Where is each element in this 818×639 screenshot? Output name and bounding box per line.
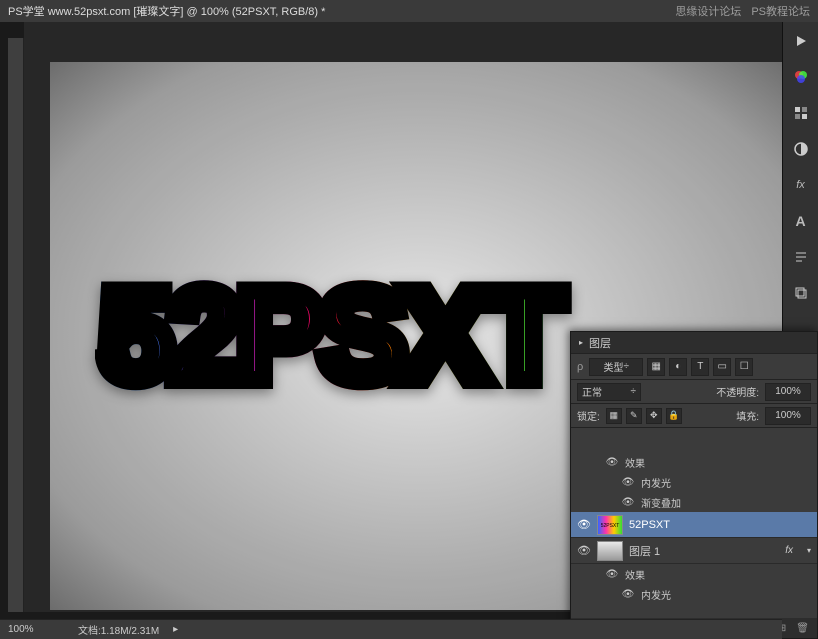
visibility-toggle[interactable]: 👁 [605, 457, 619, 468]
chevron-right-icon: ▸ [579, 338, 583, 347]
opacity-label: 不透明度: [716, 384, 759, 399]
search-icon[interactable]: ρ [577, 361, 583, 373]
lock-position-icon[interactable]: ✥ [646, 408, 662, 424]
title-bar: PS学堂 www.52psxt.com [璀璨文字] @ 100% (52PSX… [0, 0, 818, 22]
layers-icon[interactable] [790, 282, 812, 304]
filter-text-icon[interactable]: T [691, 358, 709, 376]
paragraph-icon[interactable] [790, 246, 812, 268]
fill-input[interactable]: 100% [765, 407, 811, 425]
panel-title: 图层 [589, 335, 611, 351]
lock-all-icon[interactable]: 🔒 [666, 408, 682, 424]
effect-inner-glow[interactable]: 👁 内发光 [571, 472, 817, 492]
filter-type-dropdown[interactable]: 类型 ÷ [589, 358, 643, 376]
zoom-level[interactable]: 100% [8, 624, 64, 635]
ruler-vertical[interactable] [8, 38, 24, 612]
blend-row: 正常÷ 不透明度: 100% [571, 380, 817, 404]
effect-inner-glow-2[interactable]: 👁 内发光 [571, 584, 817, 604]
opacity-input[interactable]: 100% [765, 383, 811, 401]
visibility-toggle[interactable]: 👁 [577, 518, 591, 531]
visibility-toggle[interactable]: 👁 [621, 497, 635, 508]
filter-adjust-icon[interactable]: ◐ [669, 358, 687, 376]
effect-header[interactable]: 👁 效果 [571, 452, 817, 472]
filter-pixel-icon[interactable]: ▦ [647, 358, 665, 376]
panel-header[interactable]: ▸ 图层 [571, 332, 817, 354]
visibility-toggle[interactable]: 👁 [621, 589, 635, 600]
lock-transparent-icon[interactable]: ▦ [606, 408, 622, 424]
styles-icon[interactable]: fx [790, 174, 812, 196]
artwork-text: 52PSXT [100, 260, 560, 410]
status-chevron-icon[interactable]: ▸ [173, 624, 178, 635]
lock-row: 锁定: ▦ ✎ ✥ 🔒 填充: 100% [571, 404, 817, 428]
play-icon[interactable] [790, 30, 812, 52]
adjustments-icon[interactable] [790, 138, 812, 160]
doc-size-label: 文档:1.18M/2.31M [78, 622, 159, 637]
layer-thumbnail[interactable]: 52PSXT [597, 515, 623, 535]
layer-filter-row: ρ 类型 ÷ ▦ ◐ T ▭ ☐ [571, 354, 817, 380]
filter-smart-icon[interactable]: ☐ [735, 358, 753, 376]
filter-shape-icon[interactable]: ▭ [713, 358, 731, 376]
delete-layer-button[interactable]: 🗑 [796, 623, 809, 634]
layer-52psxt[interactable]: 👁 52PSXT 52PSXT [571, 512, 817, 538]
visibility-toggle[interactable]: 👁 [577, 544, 591, 557]
blend-mode-select[interactable]: 正常÷ [577, 383, 641, 401]
layer-list: 👁 效果 👁 内发光 👁 渐变叠加 👁 52PSXT 52PSXT 👁 图层 1… [571, 452, 817, 618]
lock-pixels-icon[interactable]: ✎ [626, 408, 642, 424]
visibility-toggle[interactable]: 👁 [605, 569, 619, 580]
fill-label: 填充: [736, 408, 759, 423]
layer-thumbnail[interactable] [597, 541, 623, 561]
watermark: 思缘设计论坛 PS教程论坛 [675, 3, 810, 19]
effect-gradient-overlay[interactable]: 👁 渐变叠加 [571, 492, 817, 512]
effect-header-2[interactable]: 👁 效果 [571, 564, 817, 584]
status-bar: 100% 文档:1.18M/2.31M ▸ [0, 619, 782, 639]
lock-label: 锁定: [577, 408, 600, 423]
layers-panel: ▸ 图层 ρ 类型 ÷ ▦ ◐ T ▭ ☐ 正常÷ 不透明度: 100% 锁定:… [570, 331, 818, 639]
chevron-down-icon[interactable]: ▾ [807, 546, 811, 555]
swatches-icon[interactable] [790, 102, 812, 124]
layer-background[interactable]: 👁 图层 1 fx ▾ [571, 538, 817, 564]
visibility-toggle[interactable]: 👁 [621, 477, 635, 488]
fx-badge[interactable]: fx [785, 545, 793, 556]
rgb-icon[interactable] [790, 66, 812, 88]
text-a-icon[interactable]: A [790, 210, 812, 232]
document-title: PS学堂 www.52psxt.com [璀璨文字] @ 100% (52PSX… [8, 3, 325, 19]
